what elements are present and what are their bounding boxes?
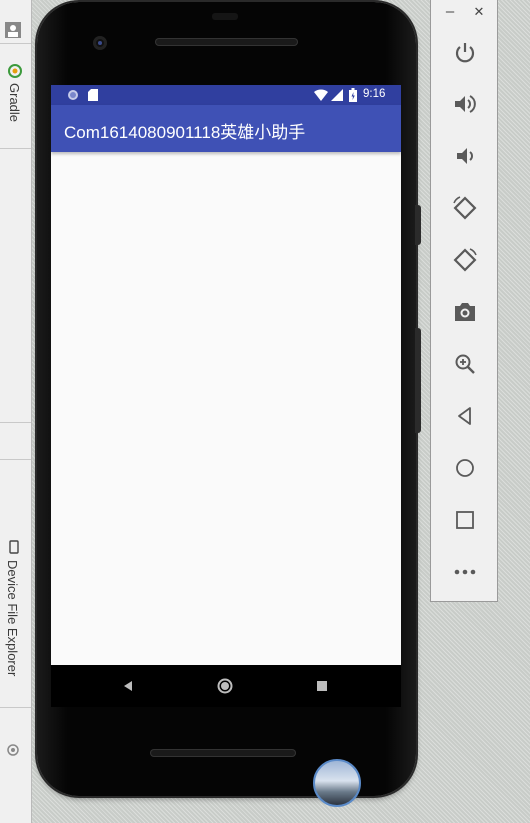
phone-sensor — [212, 13, 238, 20]
device-file-explorer-label: Device File Explorer — [5, 560, 20, 677]
cell-signal-icon — [331, 89, 343, 104]
status-time: 9:16 — [363, 88, 386, 100]
nav-home-button[interactable] — [214, 675, 236, 697]
app-bar: Com1614080901118英雄小助手 — [51, 105, 401, 152]
home-icon — [217, 678, 233, 694]
home-button[interactable] — [450, 453, 480, 483]
wifi-icon — [314, 89, 328, 104]
volume-up-icon — [455, 95, 476, 113]
nav-back-button[interactable] — [117, 675, 139, 697]
close-button[interactable]: ✕ — [471, 3, 487, 21]
volume-down-icon — [457, 148, 473, 164]
battery-icon — [349, 88, 357, 105]
notification-dot-icon — [67, 89, 79, 104]
nav-recents-button[interactable] — [311, 675, 333, 697]
emulator-toolbar: – ✕ — [430, 0, 498, 602]
app-title: Com1614080901118英雄小助手 — [64, 123, 306, 142]
rotate-left-icon — [453, 196, 477, 220]
more-icon — [454, 569, 476, 575]
power-button[interactable] — [450, 37, 480, 67]
power-icon — [455, 43, 475, 63]
zoom-in-icon — [455, 354, 475, 374]
gradle-tab-label: Gradle — [7, 83, 22, 123]
more-button[interactable] — [450, 557, 480, 587]
overview-icon — [456, 511, 474, 529]
bottom-speaker — [150, 749, 296, 757]
sd-card-icon — [88, 89, 98, 104]
recents-icon — [317, 681, 327, 691]
phone-screen: 9:16 Com1614080901118英雄小助手 — [51, 85, 401, 665]
front-camera — [93, 36, 107, 50]
home-icon — [456, 459, 474, 477]
gradle-tab[interactable]: Gradle — [7, 63, 23, 122]
gradle-icon — [8, 64, 22, 78]
zoom-button[interactable] — [450, 349, 480, 379]
screenshot-button[interactable] — [450, 297, 480, 327]
back-icon — [458, 407, 471, 425]
volume-up-button[interactable] — [450, 89, 480, 119]
rotate-right-icon — [453, 248, 477, 272]
top-speaker — [155, 38, 298, 46]
user-icon[interactable] — [5, 22, 21, 38]
camera-icon — [455, 303, 475, 321]
overview-button[interactable] — [450, 505, 480, 535]
device-file-explorer-tab[interactable]: Device File Explorer — [5, 540, 21, 676]
status-bar: 9:16 — [51, 85, 401, 105]
volume-down-button[interactable] — [450, 141, 480, 171]
navigation-bar — [51, 665, 401, 707]
settings-icon[interactable] — [5, 742, 21, 758]
phone-volume-button — [415, 328, 421, 433]
user-avatar — [313, 759, 361, 807]
phone-side-button — [415, 205, 421, 245]
ide-side-strip: Gradle Device File Explorer — [0, 0, 32, 823]
rotate-right-button[interactable] — [450, 245, 480, 275]
device-icon — [9, 540, 19, 554]
minimize-button[interactable]: – — [442, 3, 458, 21]
rotate-left-button[interactable] — [450, 193, 480, 223]
back-button[interactable] — [450, 401, 480, 431]
back-icon — [124, 681, 132, 691]
